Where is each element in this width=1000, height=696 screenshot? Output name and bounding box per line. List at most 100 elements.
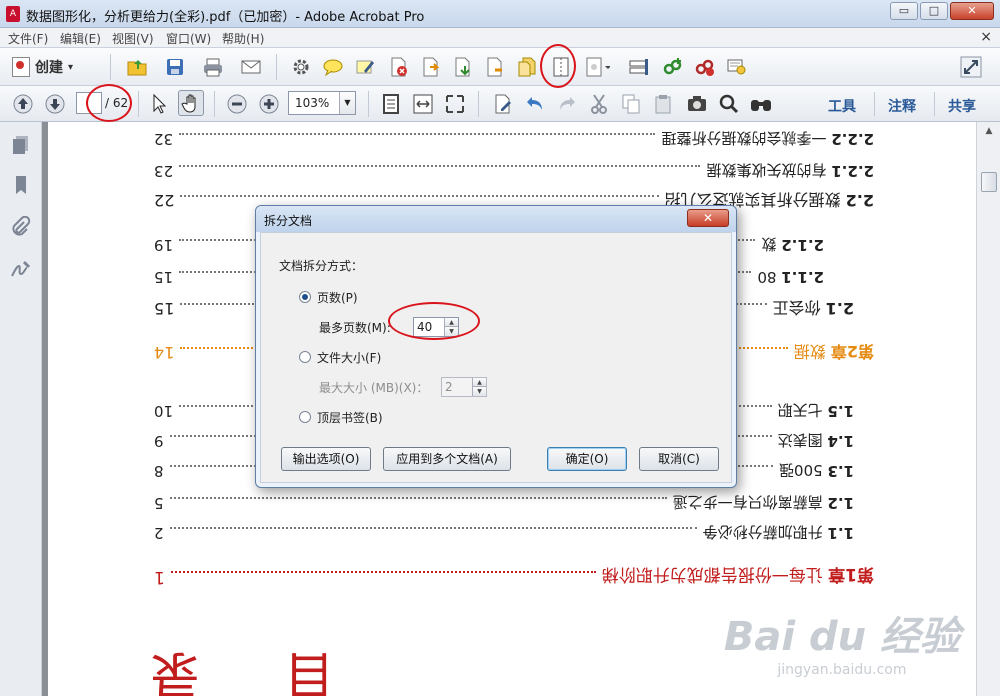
copy-icon[interactable] (618, 91, 644, 117)
annotation-ellipse-maxpages (388, 302, 480, 340)
toolbar-separator (138, 91, 139, 117)
toc-item: 2.2.2 一季就会的数据分析整理 32 (154, 129, 874, 149)
search-icon[interactable] (716, 91, 742, 117)
create-button[interactable]: 创建 ▾ (12, 55, 73, 79)
highlight-icon[interactable] (352, 54, 378, 80)
cancel-button[interactable]: 取消(C) (639, 447, 719, 471)
menu-file[interactable]: 文件(F) (8, 30, 48, 47)
dialog-body: 文档拆分方式： 页数(P) 最多页数(M): 40 ▲ ▼ 文件大小(F) 最大… (260, 232, 732, 483)
snapshot-camera-icon[interactable] (684, 91, 710, 117)
menu-bar: 文件(F) 编辑(E) 视图(V) 窗口(W) 帮助(H) × (0, 28, 1000, 48)
fit-width-icon[interactable] (410, 91, 436, 117)
signatures-panel-icon[interactable] (10, 258, 32, 280)
acrobat-app-icon: A (6, 6, 20, 22)
comment-pane-link[interactable]: 注释 (888, 96, 916, 116)
stamp-search-icon[interactable] (724, 54, 750, 80)
zoom-out-icon[interactable] (224, 91, 250, 117)
fit-page-icon[interactable] (378, 91, 404, 117)
toc-item: 1.2 高薪离你只有一步之遥 5 (154, 493, 854, 513)
undo-icon[interactable] (522, 91, 548, 117)
toc-item: 2.2.1 有的放矢收集数据 23 (154, 161, 874, 181)
save-icon[interactable] (162, 54, 188, 80)
share-pane-link[interactable]: 共享 (948, 96, 976, 116)
apply-multiple-button[interactable]: 应用到多个文档(A) (383, 447, 511, 471)
toc-heading-char: 目 (284, 645, 334, 696)
next-page-icon[interactable] (42, 91, 68, 117)
split-document-dialog: 拆分文档 ✕ 文档拆分方式： 页数(P) 最多页数(M): 40 ▲ ▼ 文件大… (255, 205, 737, 488)
toolbar-separator (110, 54, 111, 80)
full-screen-mode-icon[interactable] (442, 91, 468, 117)
radio-by-bookmarks-label[interactable]: 顶层书签(B) (317, 409, 383, 426)
hand-tool-icon[interactable] (178, 90, 204, 116)
pages-panel-icon[interactable] (10, 134, 32, 156)
dialog-title-bar: 拆分文档 ✕ (256, 206, 736, 232)
cut-scissors-icon[interactable] (586, 91, 612, 117)
settings-gear-icon[interactable] (288, 54, 314, 80)
add-link-icon[interactable] (660, 54, 686, 80)
remove-link-icon[interactable] (692, 54, 718, 80)
delete-page-icon[interactable] (386, 54, 412, 80)
zoom-value: 103% (295, 96, 330, 110)
watermark-url: jingyan.baidu.com (777, 662, 907, 678)
navigation-sidebar (0, 122, 42, 696)
create-label: 创建 (35, 60, 63, 76)
menu-view[interactable]: 视图(V) (112, 30, 154, 47)
zoom-in-icon[interactable] (256, 91, 282, 117)
radio-by-size[interactable] (299, 351, 311, 363)
paste-icon[interactable] (650, 91, 676, 117)
baidu-watermark: Bai du 经验 jingyan.baidu.com (724, 604, 960, 678)
pane-separator (934, 92, 935, 116)
dialog-title: 拆分文档 (264, 214, 313, 228)
attachments-paperclip-icon[interactable] (10, 215, 32, 238)
expand-fullscreen-icon[interactable] (958, 54, 984, 80)
output-options-button[interactable]: 输出选项(O) (281, 447, 371, 471)
max-size-stepper[interactable]: 2 ▲ ▼ (441, 377, 487, 397)
spin-up-icon[interactable]: ▲ (472, 378, 486, 387)
toolbar-separator (276, 54, 277, 80)
minimize-button[interactable]: ▭ (890, 2, 918, 20)
close-document-icon[interactable]: × (980, 29, 992, 45)
zoom-select[interactable]: 103% ▼ (288, 91, 356, 115)
chevron-down-icon[interactable]: ▼ (339, 92, 355, 114)
maximize-button[interactable]: □ (920, 2, 948, 20)
radio-by-bookmarks[interactable] (299, 411, 311, 423)
ok-button[interactable]: 确定(O) (547, 447, 627, 471)
scroll-thumb[interactable] (981, 172, 997, 192)
radio-by-pages-label[interactable]: 页数(P) (317, 289, 358, 306)
advanced-search-binoculars-icon[interactable] (748, 91, 774, 117)
scroll-up-icon[interactable]: ▲ (981, 126, 997, 142)
radio-by-size-label[interactable]: 文件大小(F) (317, 349, 381, 366)
radio-by-pages[interactable] (299, 291, 311, 303)
form-field-icon[interactable] (626, 54, 652, 80)
extract-page-icon[interactable] (450, 54, 476, 80)
watermark-logo: Bai du 经验 (723, 614, 960, 660)
toc-chapter: 第1章 让每一份报告都成为升职阶梯 1 (154, 564, 874, 588)
open-folder-icon[interactable] (124, 54, 150, 80)
replace-page-icon[interactable] (418, 54, 444, 80)
comment-bubble-icon[interactable] (320, 54, 346, 80)
tools-pane-link[interactable]: 工具 (828, 96, 856, 116)
print-icon[interactable] (200, 54, 226, 80)
menu-edit[interactable]: 编辑(E) (60, 30, 101, 47)
edit-document-icon[interactable] (490, 91, 516, 117)
create-pdf-icon (12, 57, 30, 77)
page-options-icon[interactable] (584, 54, 610, 80)
spin-down-icon[interactable]: ▼ (472, 387, 486, 396)
toolbar-separator (478, 91, 479, 117)
vertical-scrollbar[interactable]: ▲ (976, 122, 1000, 696)
menu-help[interactable]: 帮助(H) (222, 30, 264, 47)
previous-page-icon[interactable] (10, 91, 36, 117)
email-icon[interactable] (238, 54, 264, 80)
insert-file-icon[interactable] (514, 54, 540, 80)
menu-window[interactable]: 窗口(W) (166, 30, 211, 47)
bookmarks-panel-icon[interactable] (10, 174, 32, 196)
close-window-button[interactable]: ✕ (950, 2, 994, 20)
title-bar: A 数据图形化，分析更给力(全彩).pdf（已加密）- Adobe Acroba… (0, 0, 1000, 28)
insert-page-icon[interactable] (482, 54, 508, 80)
redo-icon[interactable] (554, 91, 580, 117)
toc-item: 1.1 升职加薪分秒必争 2 (154, 523, 854, 543)
max-pages-label: 最多页数(M): (319, 321, 391, 335)
dialog-close-button[interactable]: ✕ (687, 209, 729, 227)
select-cursor-icon[interactable] (146, 91, 172, 117)
max-size-label: 最大大小 (MB)(X)： (319, 381, 429, 395)
